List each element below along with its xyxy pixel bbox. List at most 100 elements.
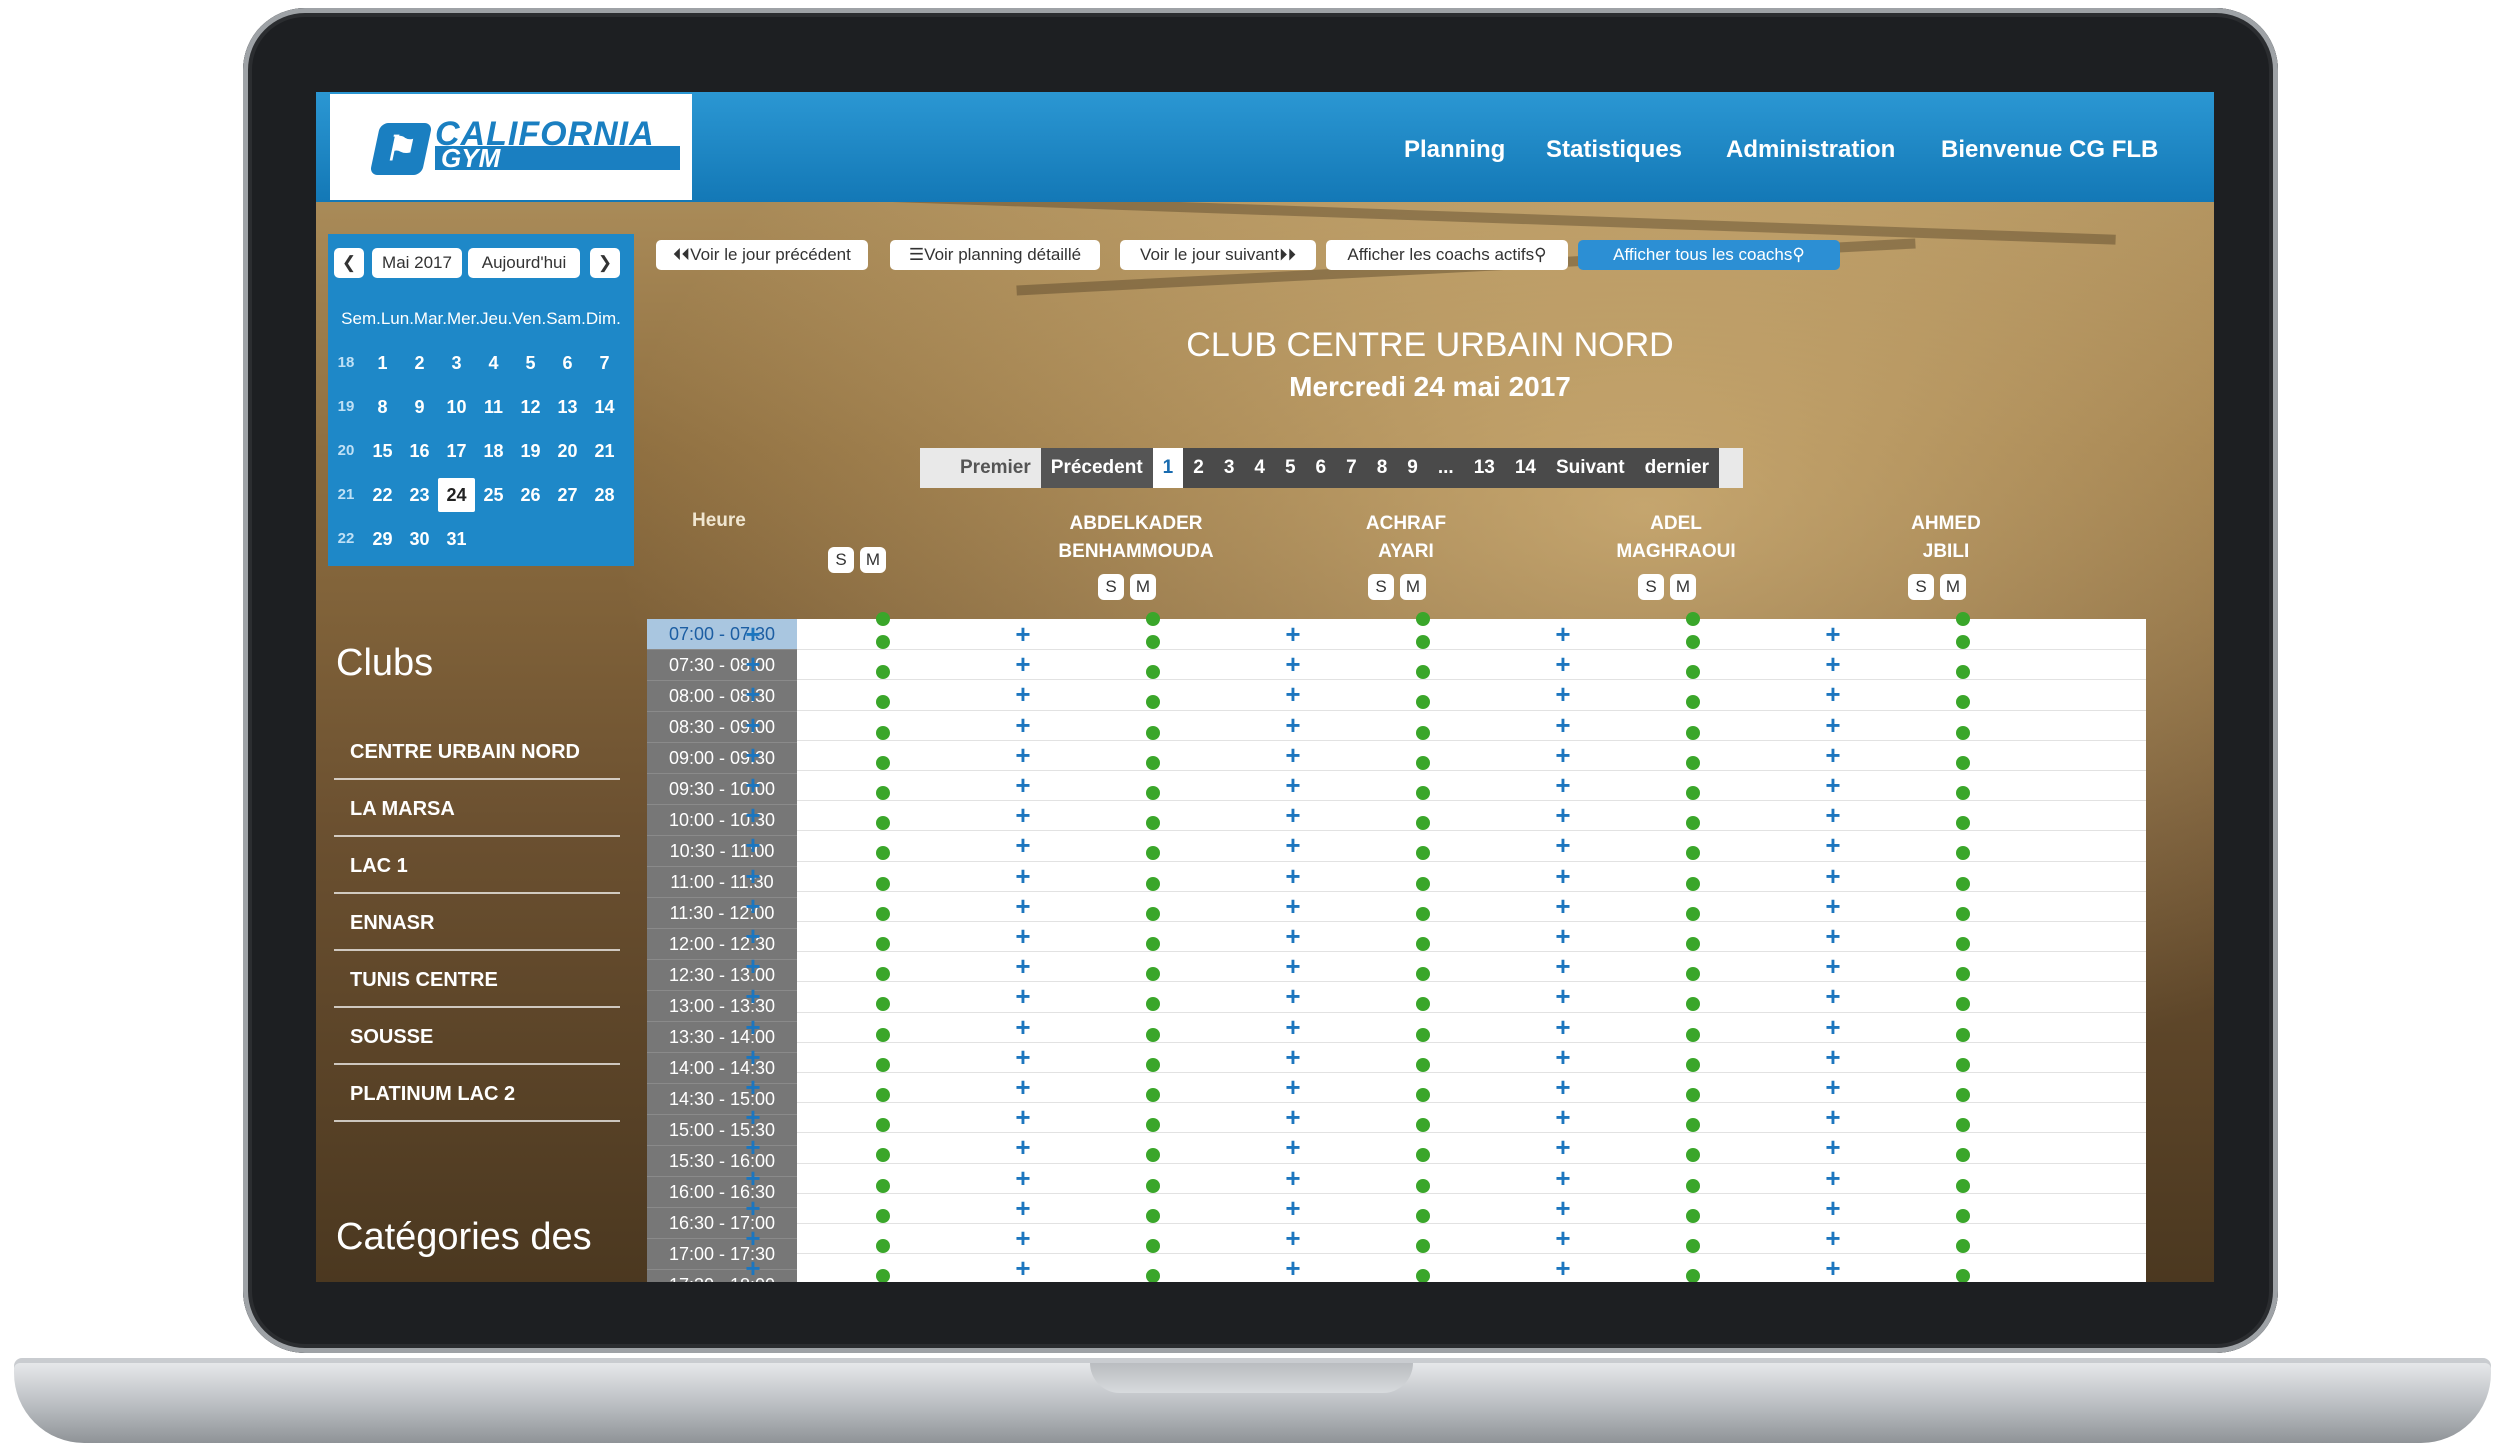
- add-session-icon[interactable]: +: [1818, 1042, 1848, 1072]
- add-session-icon[interactable]: +: [1008, 861, 1038, 891]
- calendar-day[interactable]: 7: [586, 346, 623, 380]
- add-session-icon[interactable]: +: [1278, 710, 1308, 740]
- availability-dot[interactable]: [1686, 1148, 1700, 1162]
- availability-dot[interactable]: [1686, 786, 1700, 800]
- availability-dot[interactable]: [1146, 665, 1160, 679]
- add-session-icon[interactable]: +: [1818, 1193, 1848, 1223]
- add-session-icon[interactable]: +: [1818, 1132, 1848, 1162]
- add-session-icon[interactable]: +: [738, 619, 768, 649]
- availability-dot[interactable]: [1416, 937, 1430, 951]
- add-session-icon[interactable]: +: [1818, 951, 1848, 981]
- add-session-icon[interactable]: +: [1548, 1102, 1578, 1132]
- availability-dot[interactable]: [1146, 1118, 1160, 1132]
- availability-dot[interactable]: [1956, 1028, 1970, 1042]
- nav-administration[interactable]: Administration: [1726, 136, 1895, 164]
- add-session-icon[interactable]: +: [1278, 1042, 1308, 1072]
- availability-dot[interactable]: [1146, 1058, 1160, 1072]
- availability-dot[interactable]: [1146, 846, 1160, 860]
- add-session-icon[interactable]: +: [1008, 770, 1038, 800]
- availability-dot[interactable]: [1686, 816, 1700, 830]
- add-session-icon[interactable]: +: [1008, 1193, 1038, 1223]
- availability-dot[interactable]: [876, 967, 890, 981]
- availability-dot[interactable]: [876, 695, 890, 709]
- calendar-day[interactable]: 3: [438, 346, 475, 380]
- availability-dot[interactable]: [876, 756, 890, 770]
- availability-dot[interactable]: [1416, 1058, 1430, 1072]
- availability-dot[interactable]: [1146, 1179, 1160, 1193]
- calendar-day[interactable]: 29: [364, 522, 401, 556]
- availability-dot[interactable]: [1956, 816, 1970, 830]
- availability-dot[interactable]: [876, 1179, 890, 1193]
- add-session-icon[interactable]: +: [1008, 1253, 1038, 1282]
- calendar-day[interactable]: 21: [586, 434, 623, 468]
- add-session-icon[interactable]: +: [738, 1012, 768, 1042]
- availability-dot[interactable]: [876, 907, 890, 921]
- availability-dot[interactable]: [1956, 786, 1970, 800]
- add-session-icon[interactable]: +: [1548, 679, 1578, 709]
- availability-dot[interactable]: [876, 1118, 890, 1132]
- add-session-icon[interactable]: +: [738, 1132, 768, 1162]
- availability-dot[interactable]: [1956, 907, 1970, 921]
- add-session-icon[interactable]: +: [738, 770, 768, 800]
- availability-dot[interactable]: [876, 877, 890, 891]
- add-session-icon[interactable]: +: [1548, 830, 1578, 860]
- club-item[interactable]: TUNIS CENTRE: [334, 952, 620, 1008]
- availability-dot[interactable]: [1686, 726, 1700, 740]
- availability-dot[interactable]: [1956, 1239, 1970, 1253]
- availability-dot[interactable]: [1686, 1118, 1700, 1132]
- add-session-icon[interactable]: +: [1548, 981, 1578, 1011]
- availability-dot[interactable]: [1146, 877, 1160, 891]
- add-session-icon[interactable]: +: [1008, 1223, 1038, 1253]
- availability-dot[interactable]: [1416, 816, 1430, 830]
- add-session-icon[interactable]: +: [1008, 981, 1038, 1011]
- page-number[interactable]: 14: [1504, 448, 1546, 488]
- availability-dot[interactable]: [1956, 756, 1970, 770]
- calendar-day[interactable]: 23: [401, 478, 438, 512]
- availability-dot[interactable]: [1146, 635, 1160, 649]
- availability-dot[interactable]: [1146, 1088, 1160, 1102]
- add-session-icon[interactable]: +: [738, 921, 768, 951]
- availability-dot[interactable]: [1146, 967, 1160, 981]
- add-session-icon[interactable]: +: [1818, 921, 1848, 951]
- calendar-day[interactable]: 25: [475, 478, 512, 512]
- availability-dot[interactable]: [1956, 1088, 1970, 1102]
- add-session-icon[interactable]: +: [1278, 1132, 1308, 1162]
- availability-dot[interactable]: [1416, 846, 1430, 860]
- availability-dot[interactable]: [1956, 1058, 1970, 1072]
- availability-dot[interactable]: [1416, 1269, 1430, 1282]
- add-session-icon[interactable]: +: [1548, 770, 1578, 800]
- page-last[interactable]: dernier: [1634, 448, 1720, 488]
- availability-dot[interactable]: [1956, 937, 1970, 951]
- nav-planning[interactable]: Planning: [1404, 136, 1505, 164]
- nav-user-menu[interactable]: Bienvenue CG FLB: [1941, 136, 2158, 164]
- calendar-day[interactable]: 8: [364, 390, 401, 424]
- add-session-icon[interactable]: +: [1818, 800, 1848, 830]
- add-session-icon[interactable]: +: [1008, 710, 1038, 740]
- add-session-icon[interactable]: +: [1818, 619, 1848, 649]
- availability-dot[interactable]: [876, 1148, 890, 1162]
- availability-dot[interactable]: [1416, 1239, 1430, 1253]
- calendar-day[interactable]: 14: [586, 390, 623, 424]
- add-session-icon[interactable]: +: [1818, 1072, 1848, 1102]
- add-session-icon[interactable]: +: [1818, 1012, 1848, 1042]
- availability-dot[interactable]: [876, 786, 890, 800]
- calendar-day[interactable]: 11: [475, 390, 512, 424]
- add-session-icon[interactable]: +: [1278, 1012, 1308, 1042]
- calendar-day[interactable]: 31: [438, 522, 475, 556]
- availability-dot[interactable]: [1686, 1209, 1700, 1223]
- add-session-icon[interactable]: +: [738, 830, 768, 860]
- page-number[interactable]: 6: [1305, 448, 1337, 488]
- club-item[interactable]: LAC 1: [334, 838, 620, 894]
- add-session-icon[interactable]: +: [1548, 891, 1578, 921]
- availability-dot[interactable]: [1416, 967, 1430, 981]
- availability-dot[interactable]: [1416, 665, 1430, 679]
- add-session-icon[interactable]: +: [1278, 679, 1308, 709]
- add-session-icon[interactable]: +: [1548, 1012, 1578, 1042]
- add-session-icon[interactable]: +: [1818, 1223, 1848, 1253]
- all-coaches-button[interactable]: Afficher tous les coachs ⚲: [1578, 240, 1840, 270]
- availability-dot[interactable]: [876, 1088, 890, 1102]
- add-session-icon[interactable]: +: [1278, 861, 1308, 891]
- add-session-icon[interactable]: +: [1008, 891, 1038, 921]
- calendar-day[interactable]: 13: [549, 390, 586, 424]
- add-session-icon[interactable]: +: [1818, 891, 1848, 921]
